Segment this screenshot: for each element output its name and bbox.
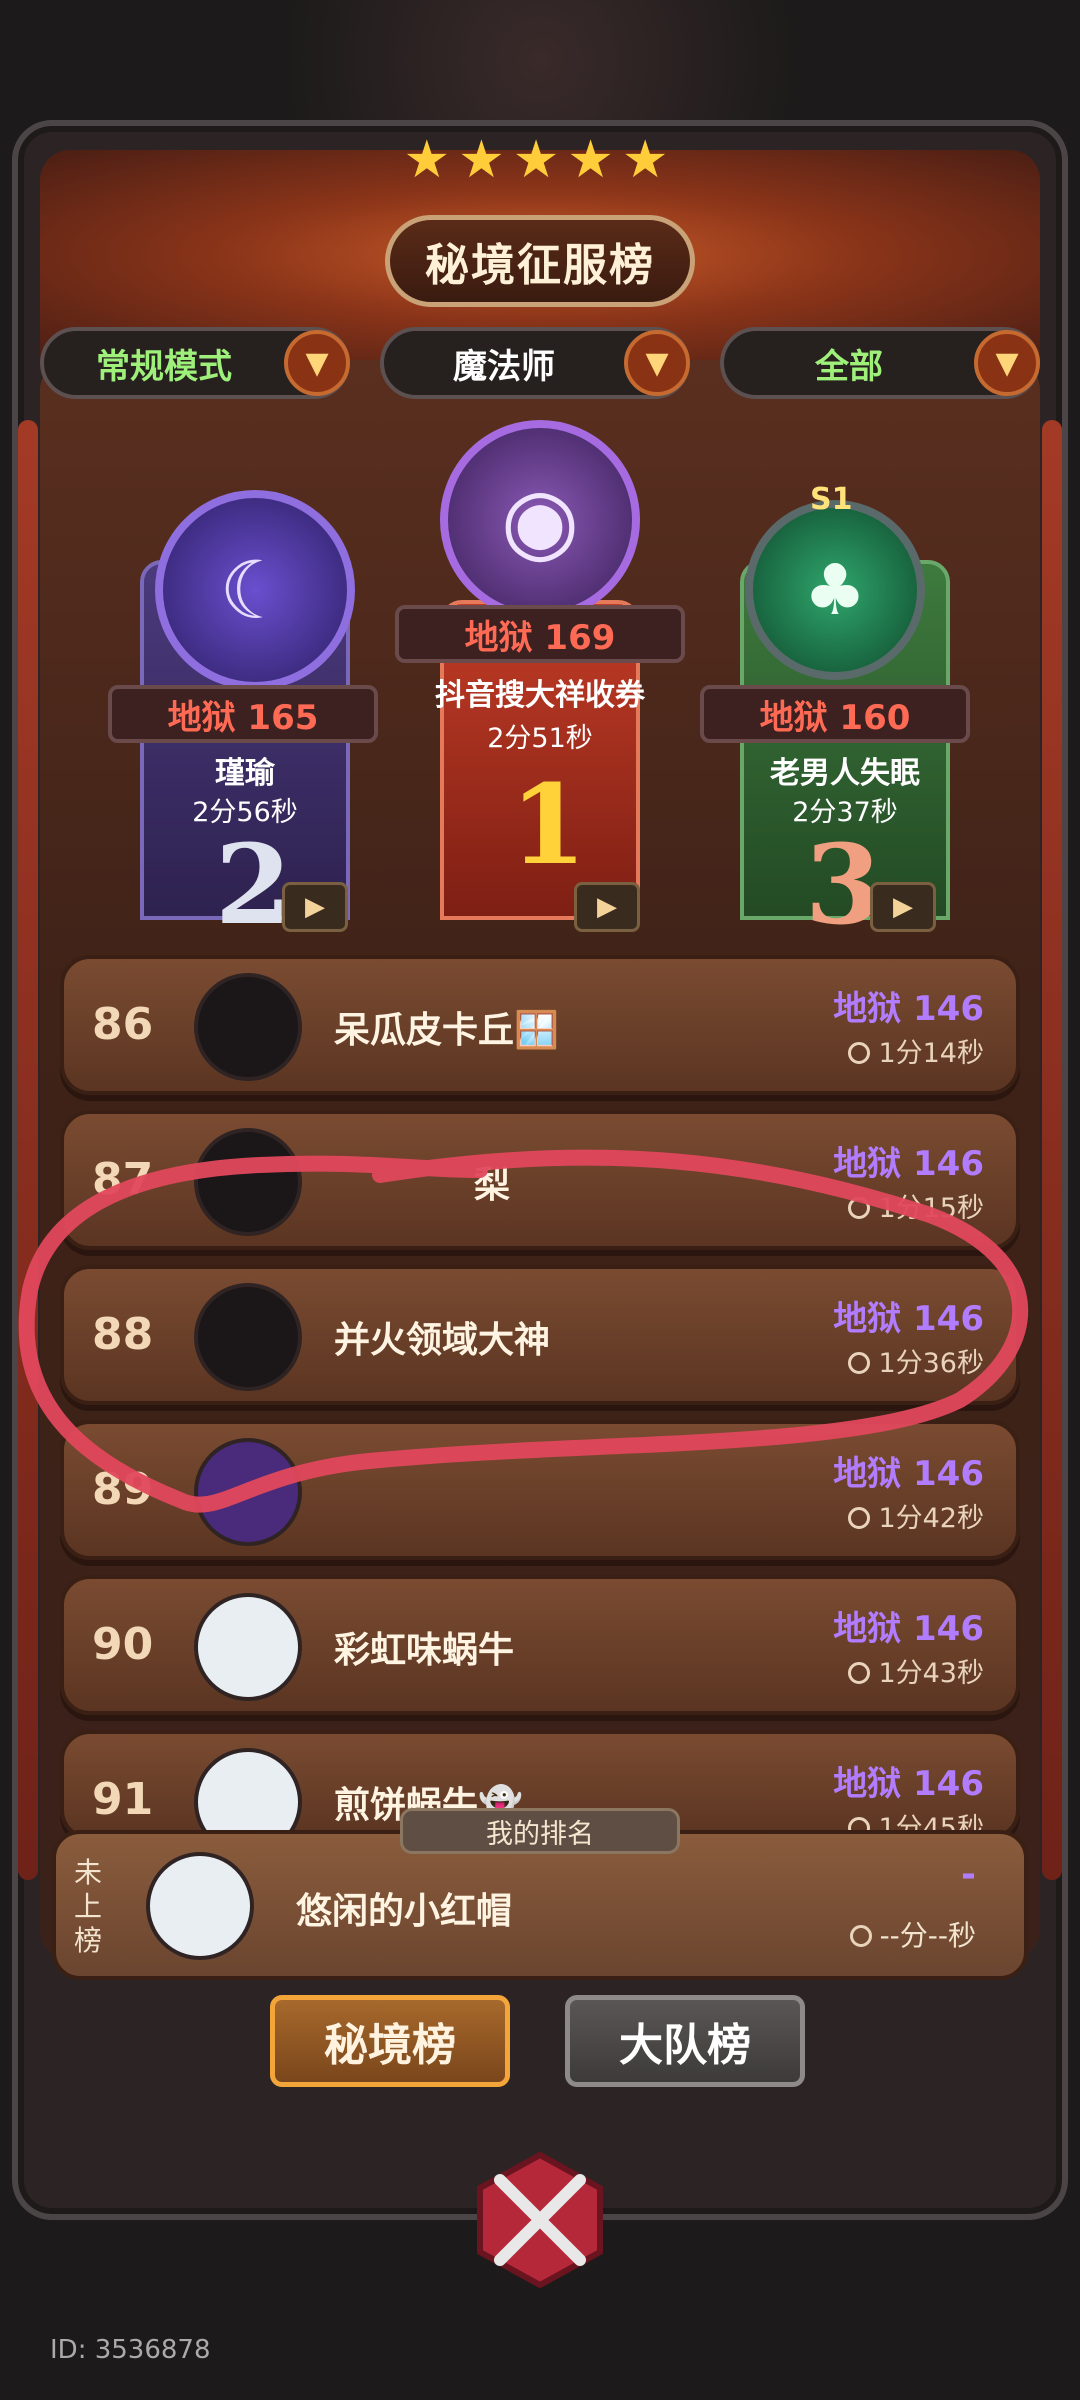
rank-number: 90 [92,1619,154,1670]
video-icon[interactable]: ▶ [282,882,348,932]
time-text: --分--秒 [849,1914,976,1954]
avatar [146,1852,254,1960]
player-name: 悠闲的小红帽 [296,1891,513,1932]
rank-number: 91 [92,1774,154,1825]
player-name: 抖音搜大祥收券 [435,678,645,713]
rank-status: 未上榜 [74,1856,103,1957]
rank-number: 87 [92,1154,154,1205]
level-text: 地狱 169 [464,617,616,658]
level-text: 地狱 146 [833,1144,984,1184]
page-title-plate: 秘境征服榜 [385,215,695,307]
left-rail [18,420,38,1880]
rating-stars-icon: ★★★★★ [403,130,677,190]
player-name: 彩虹味蜗牛 [334,1630,515,1671]
player-name: 老男人失眠 [770,756,920,791]
avatar [194,1283,302,1391]
right-rail [1042,420,1062,1880]
time-value: 1分43秒 [878,1658,984,1689]
mode-filter-label: 常规模式 [96,346,232,387]
time-value: 1分42秒 [878,1503,984,1534]
avatar [194,973,302,1081]
clover-icon: ♣ [803,549,867,631]
player-name: 梨 [474,1165,511,1206]
list-item[interactable]: 90 彩虹味蜗牛 地狱 146 1分43秒 [60,1575,1020,1715]
mode-filter-dropdown[interactable]: 常规模式 ▼ [40,327,350,399]
level-text: - [961,1854,976,1895]
level-text: 地狱 146 [833,989,984,1029]
clock-icon [848,1042,871,1064]
avatar: ◉ [440,420,640,620]
list-item[interactable]: 86 呆瓜皮卡丘🪟 地狱 146 1分14秒 [60,955,1020,1095]
rank-number: 1 [510,760,587,889]
crossed-swords-emblem-icon[interactable] [470,2150,610,2290]
class-filter-dropdown[interactable]: 魔法师 ▼ [380,327,690,399]
clock-icon [849,1925,872,1947]
time-value: 1分36秒 [878,1348,984,1379]
rank-number: 2 [215,820,292,949]
avatar [194,1748,302,1836]
level-text: 地狱 160 [759,697,911,738]
list-item[interactable]: 89 地狱 146 1分42秒 [60,1420,1020,1560]
clock-icon [848,1662,871,1684]
avatar [194,1438,302,1546]
scope-filter-dropdown[interactable]: 全部 ▼ [720,327,1040,399]
page-title: 秘境征服榜 [425,240,655,291]
time-text: 1分42秒 [848,1496,984,1535]
clock-icon [848,1197,871,1219]
video-icon[interactable]: ▶ [574,882,640,932]
time-text: 1分43秒 [848,1651,984,1690]
level-text: 地狱 146 [833,1764,984,1804]
level-ribbon-first: 地狱 169 [395,605,685,663]
class-filter-label: 魔法师 [453,346,555,387]
video-icon[interactable]: ▶ [870,882,936,932]
chevron-down-icon[interactable]: ▼ [974,330,1040,396]
level-ribbon-second: 地狱 165 [108,685,378,743]
my-rank-tag: 我的排名 [400,1808,680,1854]
time-text: 1分36秒 [848,1341,984,1380]
player-name: 并火领域大神 [334,1320,551,1361]
level-text: 地狱 146 [833,1299,984,1339]
chevron-down-icon[interactable]: ▼ [284,330,350,396]
tab-team[interactable]: 大队榜 [565,1995,805,2087]
list-item[interactable]: 88 并火领域大神 地狱 146 1分36秒 [60,1265,1020,1405]
rank-number: 86 [92,999,154,1050]
season-badge: S1 [810,482,853,517]
time-text: 1分14秒 [848,1031,984,1070]
time-text: 1分15秒 [848,1186,984,1225]
rank-number: 3 [805,820,882,949]
player-time: 2分51秒 [487,723,593,754]
time-value: 1分14秒 [878,1038,984,1069]
time-value: 1分15秒 [878,1193,984,1224]
clock-icon [848,1352,871,1374]
avatar [194,1593,302,1701]
avatar: ♣ [745,500,925,680]
clock-icon [848,1507,871,1529]
time-value: --分--秒 [879,1919,976,1952]
moon-icon: ☾ [219,543,291,637]
level-text: 地狱 165 [167,697,319,738]
tab-secret-realm[interactable]: 秘境榜 [270,1995,510,2087]
level-ribbon-third: 地狱 160 [700,685,970,743]
list-item[interactable]: 87 梨 地狱 146 1分15秒 [60,1110,1020,1250]
rank-number: 89 [92,1464,154,1515]
chevron-down-icon[interactable]: ▼ [624,330,690,396]
rank-number: 88 [92,1309,154,1360]
avatar [194,1128,302,1236]
player-name: 瑾瑜 [215,756,275,791]
scope-filter-label: 全部 [815,346,883,387]
user-id: ID: 3536878 [50,2335,211,2365]
eye-icon: ◉ [500,467,580,573]
player-name: 呆瓜皮卡丘🪟 [334,1010,559,1051]
level-text: 地狱 146 [833,1454,984,1494]
avatar: ☾ [155,490,355,690]
level-text: 地狱 146 [833,1609,984,1649]
